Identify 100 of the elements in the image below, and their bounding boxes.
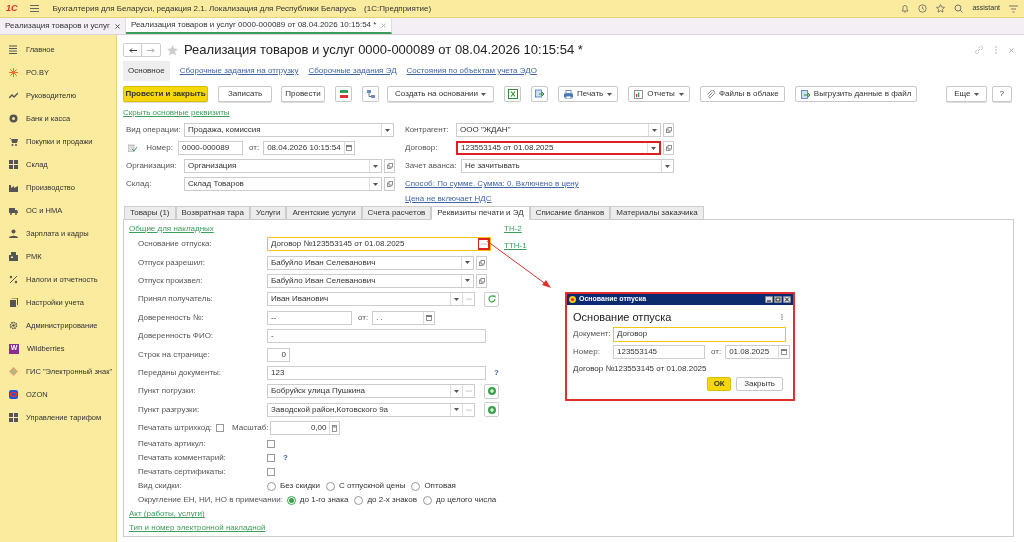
checkbox[interactable] [216, 424, 225, 433]
tab[interactable]: Агентские услуги [286, 206, 362, 220]
dropdown-field[interactable]: Бобруйск улица Пушкина [267, 384, 475, 399]
dropdown-button[interactable] [461, 274, 473, 287]
link[interactable]: ТН-2 [504, 223, 522, 235]
ok-button[interactable]: ОК [707, 377, 732, 391]
link[interactable]: ТТН-1 [504, 240, 527, 252]
input-field[interactable]: 0 [267, 347, 290, 362]
tab[interactable]: Материалы заказчика [610, 206, 704, 220]
dropdown-field[interactable]: 123553145 от 01.08.2025 [456, 141, 661, 155]
link[interactable]: Тип и номер электронной накладной [129, 522, 266, 535]
dropdown-field[interactable]: Бабуйло Иван Селеванович [267, 273, 474, 288]
link[interactable]: Цена не включает НДС [405, 193, 492, 205]
radio-label[interactable]: Оптовая [424, 480, 456, 493]
create-based-on-button[interactable]: Создать на основании [387, 86, 494, 102]
button[interactable]: Печать [558, 86, 619, 102]
add-button[interactable] [484, 402, 499, 418]
close-icon[interactable] [783, 296, 791, 303]
open-button[interactable] [663, 141, 674, 155]
radio-button[interactable] [411, 481, 421, 491]
dropdown-button[interactable] [647, 143, 659, 153]
dropdown-button[interactable] [461, 256, 473, 269]
date-field[interactable]: 01.08.2025 [725, 345, 791, 359]
link[interactable]: Скрыть основные реквизиты [123, 107, 230, 119]
section-tab[interactable]: Основное [123, 61, 170, 81]
open-button[interactable] [384, 159, 395, 173]
radio-button[interactable] [286, 495, 296, 505]
input-field[interactable]: -- [267, 310, 352, 325]
help-icon[interactable]: ? [283, 452, 288, 465]
tab[interactable]: Списание бланков [529, 206, 611, 220]
calculator-button[interactable] [329, 422, 340, 435]
minimize-icon[interactable] [765, 296, 773, 303]
close-button[interactable]: Закрыть [736, 377, 783, 391]
checkbox[interactable] [267, 468, 275, 477]
dropdown-field[interactable]: Бабуйло Иван Селеванович [267, 255, 474, 270]
select-button[interactable] [478, 238, 490, 251]
input-field[interactable]: Договор [613, 326, 786, 342]
checkbox[interactable] [267, 454, 275, 463]
document-tab[interactable]: Реализация товаров и услуг 0000-000089 от 08.04.2026 10:15:54 * [125, 18, 393, 34]
input-field[interactable]: 123 [267, 365, 486, 380]
link-icon[interactable] [975, 46, 983, 54]
radio-label[interactable]: до целого числа [435, 494, 497, 507]
more-button[interactable]: Еще [946, 86, 987, 102]
dropdown-button[interactable] [648, 124, 660, 136]
radio-label[interactable]: до 1-го знака [299, 494, 349, 507]
structure-button[interactable] [362, 86, 379, 102]
dropdown-field[interactable]: Организация [184, 159, 382, 173]
open-button[interactable] [384, 177, 395, 191]
calendar-button[interactable] [423, 311, 435, 324]
menu-icon[interactable] [29, 5, 39, 12]
export-button[interactable] [531, 86, 548, 102]
radio-button[interactable] [326, 481, 336, 491]
tab[interactable]: Товары (1) [124, 206, 176, 220]
dropdown-field[interactable]: Иван Иванович [267, 292, 475, 307]
radio-label[interactable]: Без скидки [280, 480, 321, 493]
spreadsheet-button[interactable] [504, 86, 521, 102]
star-icon[interactable] [936, 4, 946, 13]
dropdown-button[interactable] [381, 124, 393, 136]
link[interactable]: Общие для накладных [129, 223, 214, 235]
link[interactable]: Сборочные задания на отгрузку [179, 65, 299, 77]
dropdown-field[interactable]: ООО "ЖДАН" [456, 123, 661, 137]
button[interactable]: Записать [218, 86, 272, 102]
dropdown-field[interactable]: Склад Товаров [184, 177, 382, 191]
input-field[interactable]: 123553145 [613, 345, 705, 359]
dropdown-field[interactable]: Заводской район,Котовского 9а [267, 402, 475, 417]
dropdown-button[interactable] [450, 293, 462, 306]
dropdown-button[interactable] [369, 160, 381, 172]
calendar-button[interactable] [778, 346, 790, 358]
input-field[interactable]: - [267, 329, 486, 344]
dropdown-button[interactable] [450, 403, 462, 416]
radio-button[interactable] [422, 495, 432, 505]
dropdown-field[interactable]: Не зачитывать [461, 159, 674, 173]
favorite-star-icon[interactable] [167, 44, 178, 56]
open-button[interactable] [476, 255, 487, 270]
tab[interactable]: Реквизиты печати и ЭД [431, 206, 530, 220]
radio-label[interactable]: С отпускной цены [339, 480, 406, 493]
tab[interactable]: Возвратная тара [175, 206, 250, 220]
date-field[interactable]: . . [372, 310, 436, 325]
help-icon[interactable]: ? [494, 366, 499, 379]
button[interactable]: Выгрузить данные в файл [794, 86, 918, 102]
button[interactable]: Провести [281, 86, 325, 102]
input-field[interactable]: Договор №123553145 от 01.08.2025 [267, 237, 491, 252]
link[interactable]: Акт (работы, услуги) [129, 508, 205, 521]
radio-button[interactable] [354, 495, 364, 505]
link[interactable]: Способ: По сумме. Сумма: 0. Включено в цену [405, 178, 579, 190]
radio-button[interactable] [267, 481, 276, 491]
input-field[interactable]: 0000-000089 [178, 141, 243, 155]
dropdown-button[interactable] [369, 178, 381, 190]
add-button[interactable] [484, 383, 499, 399]
radio-label[interactable]: до 2-х знаков [367, 494, 417, 507]
dropdown-button[interactable] [661, 160, 673, 172]
search-icon[interactable] [954, 4, 964, 13]
tab[interactable]: Услуги [249, 206, 287, 220]
checkbox[interactable] [267, 440, 275, 449]
number-field[interactable]: 0,00 [270, 421, 341, 436]
debit-credit-button[interactable] [335, 86, 352, 102]
post-and-close-button[interactable]: Провести и закрыть [123, 86, 208, 102]
refresh-button[interactable] [484, 291, 499, 307]
link[interactable]: Состояния по объектам учета ЭДО [406, 65, 537, 77]
settings-menu-icon[interactable] [1009, 4, 1018, 13]
